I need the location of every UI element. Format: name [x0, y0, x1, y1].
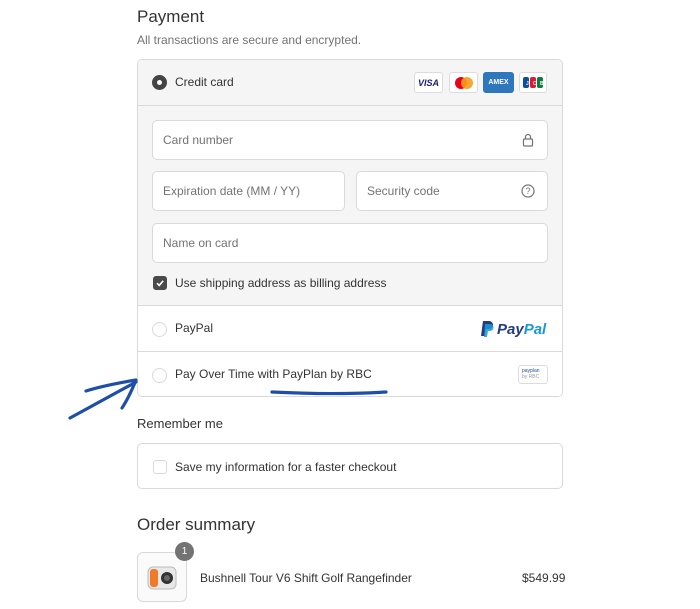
annotation-underline [270, 390, 388, 396]
remember-me-title: Remember me [137, 416, 223, 431]
help-circle-icon[interactable]: ? [521, 184, 535, 198]
expiration-date-field[interactable]: Expiration date (MM / YY) [152, 171, 345, 211]
visa-icon: VISA [414, 72, 443, 93]
paypal-logo-pal: Pal [523, 320, 547, 338]
paypal-logo-icon: Pay Pal [480, 318, 550, 340]
paypal-label: PayPal [175, 321, 214, 335]
billing-address-checkbox[interactable] [153, 276, 167, 290]
card-number-field[interactable]: Card number [152, 120, 548, 160]
quantity-badge: 1 [175, 542, 194, 561]
security-code-placeholder: Security code [367, 184, 440, 198]
payment-title: Payment [137, 7, 205, 26]
paypal-logo-pay: Pay [497, 320, 524, 338]
annotation-arrow-icon [68, 378, 388, 420]
payplan-logo-icon: payplan by RBC [518, 365, 548, 384]
jcb-icon: J C B [519, 72, 547, 93]
credit-card-label: Credit card [175, 75, 234, 89]
product-price: $549.99 [522, 571, 566, 585]
paypal-radio[interactable] [152, 322, 167, 337]
svg-text:C: C [533, 81, 537, 87]
mastercard-icon [449, 72, 478, 93]
rangefinder-icon [147, 566, 177, 590]
expiration-placeholder: Expiration date (MM / YY) [163, 184, 301, 198]
lock-icon [522, 133, 534, 147]
svg-text:?: ? [525, 186, 530, 196]
security-code-field[interactable]: Security code ? [356, 171, 548, 211]
order-summary-title: Order summary [137, 515, 256, 534]
remember-me-box: Save my information for a faster checkou… [137, 443, 563, 489]
paypal-p-icon [481, 321, 494, 337]
svg-text:B: B [540, 81, 544, 87]
name-on-card-placeholder: Name on card [163, 236, 239, 250]
payplan-logo-subtext: by RBC [522, 374, 540, 380]
payment-subtitle: All transactions are secure and encrypte… [137, 33, 362, 47]
name-on-card-field[interactable]: Name on card [152, 223, 548, 263]
save-info-checkbox[interactable] [153, 460, 167, 474]
amex-icon: AMEX [483, 72, 514, 93]
checkmark-icon [156, 280, 164, 287]
save-info-label: Save my information for a faster checkou… [175, 460, 397, 474]
paypal-option[interactable]: PayPal Pay Pal [138, 305, 562, 351]
card-number-placeholder: Card number [163, 133, 234, 147]
billing-address-label: Use shipping address as billing address [175, 276, 387, 290]
credit-card-option[interactable]: Credit card VISA AMEX J C B [138, 60, 562, 106]
product-name: Bushnell Tour V6 Shift Golf Rangefinder [200, 571, 412, 585]
svg-text:J: J [526, 81, 529, 87]
payment-methods: Credit card VISA AMEX J C B Card number … [137, 59, 563, 397]
credit-card-form: Card number Expiration date (MM / YY) Se… [138, 106, 562, 305]
credit-card-radio[interactable] [152, 75, 167, 90]
